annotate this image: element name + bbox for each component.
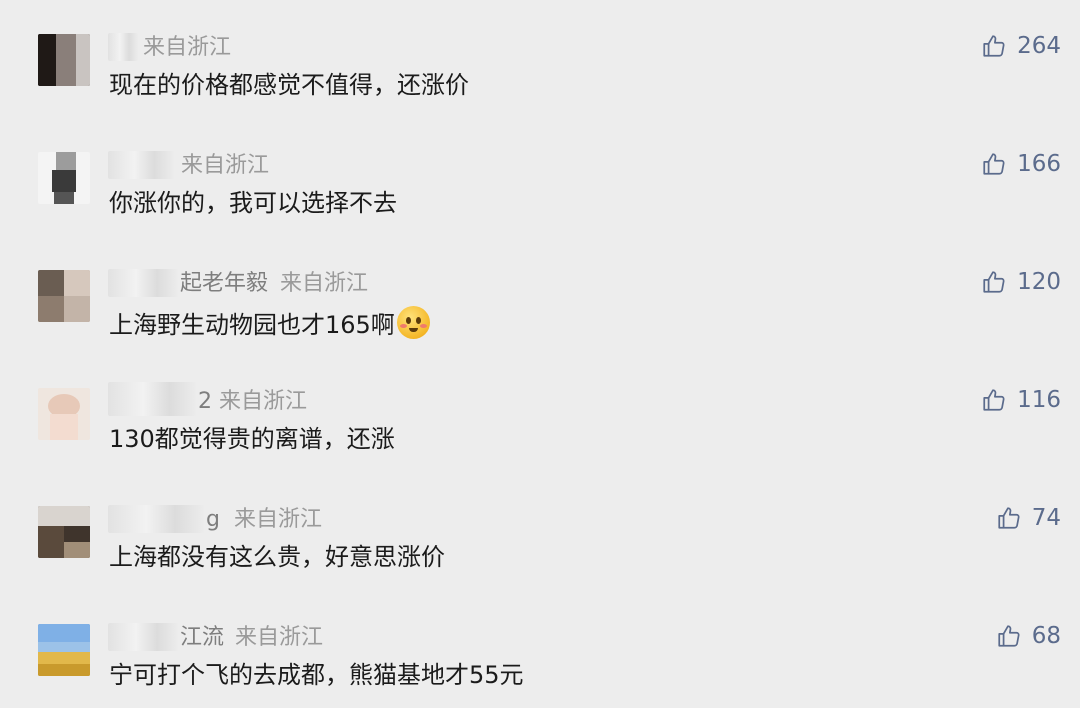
like-button[interactable]: 120 [981, 266, 1061, 298]
thumbs-up-icon [981, 33, 1007, 59]
thumbs-up-icon [996, 505, 1022, 531]
username-masked[interactable] [108, 505, 204, 533]
avatar[interactable] [38, 506, 90, 558]
like-count: 264 [1017, 33, 1061, 59]
username[interactable]: 江流 [180, 625, 224, 651]
username-masked[interactable] [108, 269, 178, 297]
location-label: 来自浙江 [235, 625, 324, 650]
location-label: 来自浙江 [181, 153, 270, 178]
avatar[interactable] [38, 270, 90, 322]
like-button[interactable]: 166 [981, 148, 1061, 180]
username-masked[interactable] [108, 33, 138, 61]
location-label: 来自浙江 [280, 271, 369, 296]
comment-text: 上海野生动物园也才165啊 [109, 306, 430, 340]
comment-text: 现在的价格都感觉不值得，还涨价 [109, 71, 469, 99]
location-label: 来自浙江 [143, 35, 232, 60]
like-button[interactable]: 116 [981, 384, 1061, 416]
like-button[interactable]: 68 [996, 620, 1061, 652]
avatar[interactable] [38, 34, 90, 86]
like-button[interactable]: 264 [981, 30, 1061, 62]
username-masked[interactable] [108, 382, 196, 416]
comment-item: 2 来自浙江 130都觉得贵的离谱，还涨 116 [0, 354, 1080, 472]
comment-item: 起老年毅 来自浙江 上海野生动物园也才165啊 120 [0, 236, 1080, 354]
comment-text-body: 上海野生动物园也才165啊 [109, 311, 395, 339]
location-label: 来自浙江 [234, 507, 323, 532]
comment-item: g 来自浙江 上海都没有这么贵，好意思涨价 74 [0, 472, 1080, 590]
comment-item: 来自浙江 现在的价格都感觉不值得，还涨价 264 [0, 0, 1080, 118]
thumbs-up-icon [981, 387, 1007, 413]
avatar[interactable] [38, 624, 90, 676]
like-count: 120 [1017, 269, 1061, 295]
username[interactable]: 2 [198, 389, 212, 415]
like-button[interactable]: 74 [996, 502, 1061, 534]
avatar[interactable] [38, 388, 90, 440]
username-masked[interactable] [108, 151, 174, 179]
username[interactable]: 起老年毅 [180, 271, 268, 297]
username[interactable]: g [206, 507, 220, 533]
like-count: 74 [1031, 505, 1061, 531]
location-label: 来自浙江 [219, 389, 308, 414]
comment-text: 上海都没有这么贵，好意思涨价 [109, 543, 445, 571]
thumbs-up-icon [981, 151, 1007, 177]
thumbs-up-icon [981, 269, 1007, 295]
comment-text: 你涨你的，我可以选择不去 [109, 189, 397, 217]
avatar[interactable] [38, 152, 90, 204]
thumbs-up-icon [996, 623, 1022, 649]
like-count: 166 [1017, 151, 1061, 177]
username-masked[interactable] [108, 623, 178, 651]
like-count: 116 [1017, 387, 1061, 413]
comment-item: 江流 来自浙江 宁可打个飞的去成都，熊猫基地才55元 68 [0, 590, 1080, 708]
like-count: 68 [1031, 623, 1061, 649]
comment-text: 宁可打个飞的去成都，熊猫基地才55元 [109, 661, 524, 689]
comment-text: 130都觉得贵的离谱，还涨 [109, 425, 395, 453]
grinning-face-emoji-icon [396, 306, 430, 339]
comment-item: 来自浙江 你涨你的，我可以选择不去 166 [0, 118, 1080, 236]
